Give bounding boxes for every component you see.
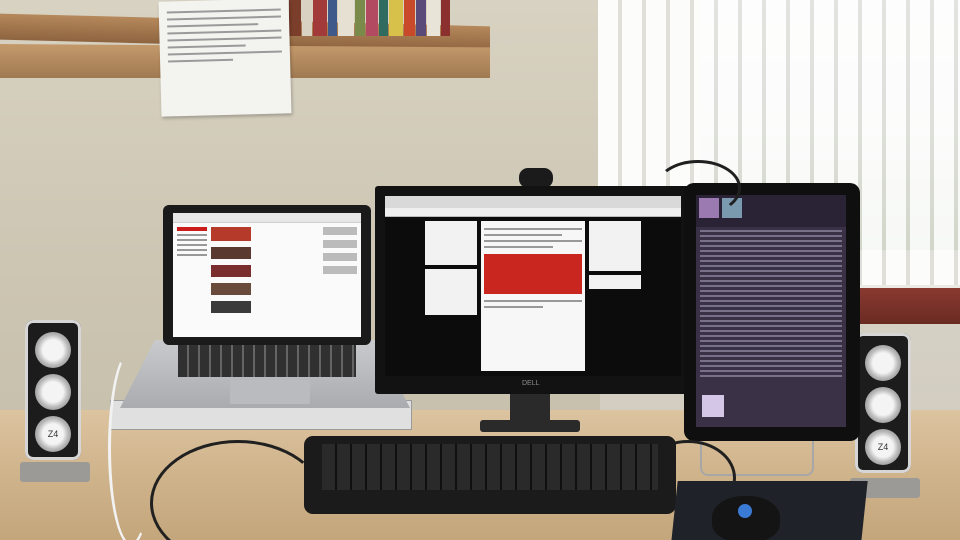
desk-setup-photo: Z4 Z4 DELL — [0, 0, 960, 540]
book — [328, 0, 337, 36]
monitor-screen — [385, 196, 681, 376]
gaming-mouse — [712, 496, 780, 540]
keyboard — [304, 436, 676, 514]
cable — [655, 160, 741, 216]
book — [416, 0, 426, 36]
monitor-foot — [480, 420, 580, 432]
white-cable — [108, 350, 154, 540]
speaker-driver — [865, 387, 901, 423]
speaker-logo: Z4 — [865, 429, 901, 465]
book — [289, 0, 301, 36]
speaker-driver — [35, 374, 71, 410]
speaker-driver — [865, 345, 901, 381]
book — [379, 0, 388, 36]
laptop-screen — [173, 213, 361, 337]
book — [389, 0, 403, 36]
books-row — [280, 0, 470, 36]
laptop-trackpad — [230, 380, 310, 404]
mouse-logo-light — [738, 504, 752, 518]
left-speaker-base — [20, 462, 90, 482]
book — [313, 0, 327, 36]
book — [441, 0, 450, 36]
laptop — [163, 205, 371, 345]
right-speaker: Z4 — [855, 333, 911, 473]
tablet-screen — [696, 195, 846, 427]
monitor-brand-logo: DELL — [522, 380, 540, 387]
speaker-logo: Z4 — [35, 416, 71, 452]
book — [355, 0, 365, 36]
speaker-driver — [35, 332, 71, 368]
pinned-paper-note — [158, 0, 292, 117]
tablet — [684, 183, 860, 441]
book — [404, 0, 415, 36]
keyboard-keys — [322, 444, 658, 490]
webcam — [519, 168, 553, 188]
book — [302, 0, 312, 36]
monitor: DELL — [375, 186, 691, 394]
laptop-keyboard — [178, 345, 356, 377]
book — [338, 0, 354, 36]
book — [427, 0, 440, 36]
left-speaker: Z4 — [25, 320, 81, 460]
book — [366, 0, 378, 36]
